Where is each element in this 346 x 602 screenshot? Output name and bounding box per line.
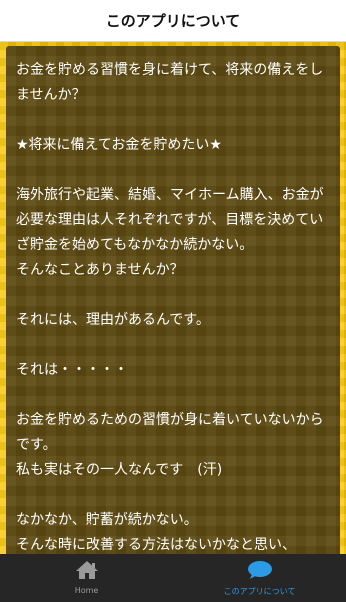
- bottom-tab-bar: Home このアプリについて: [0, 554, 346, 602]
- tab-about-label: このアプリについて: [223, 587, 296, 596]
- tab-home[interactable]: Home: [0, 554, 173, 602]
- text-paragraph: お金を貯めるための習慣が身に着いていないからです。 私も実はその一人なんです (…: [16, 412, 324, 478]
- page-title: このアプリについて: [105, 12, 241, 30]
- text-paragraph: ★将来に備えてお金を貯めたい★: [16, 137, 222, 153]
- text-paragraph: なかなか、貯蓄が続かない。 そんな時に改善する方法はないかなと思い、: [16, 512, 296, 553]
- home-icon: [75, 560, 99, 584]
- text-paragraph: それには、理由があるんです。: [16, 312, 210, 328]
- app-header: このアプリについて: [0, 0, 346, 42]
- speech-bubble-icon: [247, 560, 273, 584]
- text-paragraph: 海外旅行や起業、結婚、マイホーム購入、お金が必要な理由は人それぞれですが、目標を…: [16, 187, 324, 278]
- content-area[interactable]: お金を貯める習慣を身に着けて、将来の備えをしませんか？ ★将来に備えてお金を貯め…: [0, 42, 346, 554]
- tab-about[interactable]: このアプリについて: [173, 554, 346, 602]
- text-paragraph: それは・・・・・: [16, 362, 128, 378]
- about-text-panel: お金を貯める習慣を身に着けて、将来の備えをしませんか？ ★将来に備えてお金を貯め…: [6, 46, 340, 554]
- text-paragraph: お金を貯める習慣を身に着けて、将来の備えをしませんか？: [16, 62, 324, 103]
- tab-home-label: Home: [74, 586, 99, 595]
